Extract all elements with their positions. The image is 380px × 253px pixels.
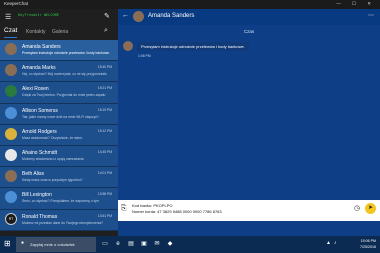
back-arrow-icon[interactable]: ← [122, 12, 129, 19]
sidebar-header: ☰ KeyTrnsmttr WELCOME ✎ [0, 9, 118, 25]
compose-icon[interactable]: ✎ [104, 12, 110, 20]
conversation-time: 14:45 PM [97, 149, 112, 154]
conversation-item[interactable]: Arnold Rodgers 15:12 PM Masz wiadomość? … [0, 124, 118, 146]
conversation-item[interactable]: Allison Somerss 15:19 PM Tak, jakie mamy… [0, 103, 118, 125]
edge-icon[interactable]: e [113, 239, 123, 249]
avatar [5, 85, 17, 98]
avatar [5, 148, 17, 161]
message-bubble[interactable]: Przesyłam instrukcje odnośnie przelewów … [137, 42, 249, 51]
conversation-time: 15:19 PM [97, 107, 112, 112]
tab-gallery[interactable]: Galeria [52, 29, 68, 35]
windows-taskbar: ⊞ ● Zapytaj mnie o cokolwiek ▭ e ▤ ▣ ✉ ◆… [0, 236, 380, 253]
keeper-app-icon[interactable]: ◆ [165, 239, 175, 249]
message-time: 1:06 PM [138, 54, 151, 58]
chat-header: ← Amanda Sanders ⋯ [118, 9, 380, 25]
conversation-item[interactable]: RT Ronald Thomas 13:51 PM Możesz mi prze… [0, 209, 118, 231]
network-icon[interactable]: ▲ [326, 240, 331, 246]
conversation-time: 15:12 PM [97, 128, 112, 133]
conversation-preview: Tak, jakie mamy nowe dziś na mnie Wi-Fi … [22, 114, 99, 119]
menu-icon[interactable]: ☰ [5, 13, 11, 21]
chat-contact-name: Amanda Sanders [148, 13, 195, 19]
avatar [5, 64, 17, 77]
clock-date: 7/25/2016 [360, 245, 376, 249]
conversation-item[interactable]: Beth Aliss 14:01 PM Kiedy masz czas w pr… [0, 167, 118, 189]
conversation-preview: Możesz mi przesłać dane do Twojego ubezp… [22, 220, 103, 225]
contact-avatar [133, 11, 144, 22]
taskbar-search-placeholder: Zapytaj mnie o cokolwiek [30, 242, 75, 247]
avatar [5, 106, 17, 119]
avatar-initials: RT [5, 212, 17, 225]
conversation-time: 13:58 PM [97, 192, 112, 197]
conversation-name: Arnold Rodgers [22, 128, 57, 135]
conversation-name: Amanda Sanders [22, 44, 61, 50]
conversation-name: Ahaino Schmidt [22, 149, 58, 156]
conversation-preview: Możemy wiadomości z opcją zamrażania [22, 156, 84, 161]
avatar [5, 170, 17, 183]
task-view-icon[interactable]: ▭ [100, 239, 110, 249]
send-button[interactable]: ➤ [365, 203, 376, 214]
day-separator: Czas [243, 29, 255, 34]
conversation-name: Alexi Rosen [22, 86, 49, 93]
microphone-icon[interactable]: ● [21, 240, 24, 246]
conversation-preview: Masz wiadomość? Oczywiście, że wiem. [22, 135, 84, 140]
self-destruct-timer-icon[interactable]: ◷ [354, 204, 360, 212]
status-text: KeyTrnsmttr WELCOME [18, 14, 59, 18]
conversation-time: 15:40 PM [97, 65, 112, 70]
window-controls[interactable]: — ☐ ✕ [336, 1, 376, 7]
mail-icon[interactable]: ✉ [152, 239, 162, 249]
sidebar-tabs: Czat Kontakty Galeria ⌕ [0, 25, 118, 40]
system-clock[interactable]: 15:06 PM 7/25/2016 [360, 238, 376, 250]
conversation-time: 14:01 PM [97, 171, 112, 176]
conversation-preview: Kiedy masz czas w przyszłym tygodniu? [22, 178, 83, 183]
conversation-preview: Serio, co słychać? Pomyślałem, że wspomn… [22, 199, 100, 204]
avatar [5, 127, 17, 140]
conversation-name: Beth Aliss [22, 171, 44, 178]
search-icon[interactable]: ⌕ [104, 27, 108, 35]
conversation-sidebar: ☰ KeyTrnsmttr WELCOME ✎ Czat Kontakty Ga… [0, 9, 118, 236]
tab-chat[interactable]: Czat [4, 27, 17, 34]
conversation-item[interactable]: Bill Lexington 13:58 PM Serio, co słycha… [0, 188, 118, 210]
conversation-list: Amanda Sanders Przesyłam instrukcje odno… [0, 40, 118, 231]
chat-panel: ← Amanda Sanders ⋯ Czas Przesyłam instru… [118, 9, 380, 236]
app-title: KeeperChat [4, 1, 29, 6]
message-input[interactable]: Kod banku: PKOPLPO Numer konta: 47 3829 … [132, 203, 222, 215]
conversation-preview: Hej, co słychać? Mój rowerzysta. co mi s… [22, 72, 107, 77]
file-explorer-icon[interactable]: ▤ [126, 239, 136, 249]
tab-contacts[interactable]: Kontakty [26, 29, 45, 35]
taskbar-search[interactable]: ● Zapytaj mnie o cokolwiek [16, 237, 96, 252]
avatar [5, 43, 17, 55]
conversation-time: 13:51 PM [97, 213, 112, 218]
window-titlebar: KeeperChat — ☐ ✕ [0, 0, 380, 9]
conversation-preview: Przesyłam instrukcje odnośnie przelewów … [22, 51, 111, 55]
draft-line: Numer konta: 47 3829 5488 0000 0000 7786… [132, 209, 222, 214]
conversation-preview: Dzięki za Twój telefon. Przyjechał do mn… [22, 93, 106, 98]
conversation-item[interactable]: Amanda Marks 15:40 PM Hej, co słychać? M… [0, 61, 118, 83]
more-options-icon[interactable]: ⋯ [368, 12, 374, 19]
conversation-item[interactable]: Ahaino Schmidt 14:45 PM Możemy wiadomośc… [0, 145, 118, 168]
volume-icon[interactable]: ♪ [334, 240, 337, 246]
conversation-item[interactable]: Amanda Sanders Przesyłam instrukcje odno… [0, 40, 118, 62]
conversation-time: 15:21 PM [97, 86, 112, 91]
windows-start-icon[interactable]: ⊞ [4, 239, 11, 248]
active-tab-indicator [4, 37, 17, 38]
conversation-item[interactable]: Alexi Rosen 15:21 PM Dzięki za Twój tele… [0, 82, 118, 104]
attach-icon[interactable]: ⎘ [121, 205, 127, 213]
compose-bar: ⎘ Kod banku: PKOPLPO Numer konta: 47 382… [118, 200, 380, 221]
store-icon[interactable]: ▣ [139, 239, 149, 249]
conversation-name: Allison Somerss [22, 107, 58, 114]
conversation-name: Ronald Thomas [22, 213, 58, 220]
avatar [5, 191, 17, 204]
message-avatar [123, 41, 133, 51]
conversation-name: Amanda Marks [22, 65, 56, 72]
conversation-name: Bill Lexington [22, 192, 52, 199]
